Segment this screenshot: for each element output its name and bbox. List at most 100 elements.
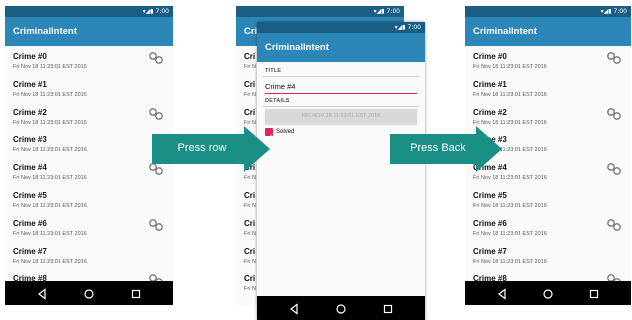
- crime-list-item[interactable]: Crime #7 Fri Nov 18 11:23:01 EST 2016: [465, 241, 631, 269]
- crime-list-item[interactable]: Crime #3 Fri Nov 18 11:23:01 EST 2016: [5, 129, 173, 157]
- handcuffs-icon: [606, 162, 622, 176]
- crime-date: Fri N: [244, 119, 256, 126]
- status-time: 7:00: [613, 8, 627, 15]
- status-bar: ▾◢▮ 7:00: [257, 22, 425, 33]
- crime-date: Fri Nov 18 11:23:01 EST 2016: [473, 91, 547, 98]
- crime-title: Cri: [244, 107, 256, 117]
- crime-list-item[interactable]: Crime #5 Fri Nov 18 11:23:01 EST 2016: [5, 185, 173, 213]
- handcuffs-icon: [606, 51, 622, 65]
- crime-date: Fri Nov 18 11:23:01 EST 2016: [13, 64, 87, 70]
- crime-title: Cri: [244, 190, 256, 200]
- handcuffs-icon: [148, 51, 164, 65]
- crime-list-item[interactable]: Crime #2 Fri Nov 18 11:23:01 EST 2016: [5, 102, 173, 130]
- signal-icon: ▾◢▮: [600, 8, 614, 15]
- crime-date: Fri N: [244, 64, 256, 70]
- recents-square-icon[interactable]: [130, 287, 142, 299]
- home-circle-icon[interactable]: [335, 302, 347, 314]
- crime-title-input[interactable]: [265, 80, 417, 94]
- crime-title: Crime #0: [13, 52, 47, 61]
- crime-date: Fri Nov 18 11:23:01 EST 2016: [13, 258, 87, 265]
- crime-date: Fri N: [244, 230, 256, 237]
- crime-title: Crime #0: [473, 52, 507, 61]
- crime-title: Crime #6: [473, 218, 507, 228]
- crime-title: Crime #2: [473, 107, 507, 117]
- crime-date: Fri Nov 18 11:23:01 EST 2016: [13, 91, 87, 98]
- crime-title: Crime #6: [13, 218, 47, 228]
- crime-title: Crime #3: [13, 135, 47, 145]
- app-bar: CriminalIntent: [257, 33, 425, 62]
- crime-title: Cri: [244, 218, 256, 228]
- details-section-label: DETAILS: [265, 98, 290, 104]
- title-divider: [263, 76, 419, 77]
- app-bar: CriminalIntent: [5, 17, 173, 46]
- crime-date: Fri Nov 18 11:23:01 EST 2016: [13, 230, 87, 237]
- navigation-bar: [257, 296, 425, 320]
- crime-list: Crime #0 Fri Nov 18 11:23:01 EST 2016 Crim…: [5, 46, 173, 305]
- crime-list-item[interactable]: Crime #5 Fri Nov 18 11:23:01 EST 2016: [465, 185, 631, 213]
- crime-list: Crime #0 Fri Nov 18 11:23:01 EST 2016 Crim…: [465, 46, 631, 305]
- crime-title: Crime #7: [473, 246, 507, 256]
- signal-icon: ▾◢▮: [373, 8, 387, 15]
- status-time: 7:00: [155, 8, 169, 15]
- crime-date: Fri Nov 18 11:23:01 EST 2016: [473, 230, 547, 237]
- handcuffs-icon: [606, 218, 622, 232]
- crime-list-item[interactable]: Crime #7 Fri Nov 18 11:23:01 EST 2016: [5, 241, 173, 269]
- home-circle-icon[interactable]: [542, 287, 554, 299]
- crime-list-item[interactable]: Crime #0 Fri Nov 18 11:23:01 EST 2016: [5, 46, 173, 74]
- status-bar: ▾◢▮ 7:00: [5, 6, 173, 17]
- crime-list-item[interactable]: Crime #6 Fri Nov 18 11:23:01 EST 2016: [465, 213, 631, 241]
- crime-date: Fri N: [244, 202, 256, 209]
- crime-list-item[interactable]: Crime #0 Fri Nov 18 11:23:01 EST 2016: [465, 46, 631, 74]
- signal-icon: ▾◢▮: [142, 8, 156, 15]
- app-bar: CriminalIntent: [465, 17, 631, 46]
- crime-date-button[interactable]: FRI NOV 18 11:23:01 EST 2016: [265, 109, 417, 124]
- app-title-partial: Cri: [244, 26, 258, 37]
- crime-list-item[interactable]: Crime #6 Fri Nov 18 11:23:01 EST 2016: [5, 213, 173, 241]
- crime-date: Fri N: [244, 258, 256, 265]
- back-triangle-icon[interactable]: [496, 287, 508, 300]
- status-time: 7:00: [407, 24, 421, 31]
- crime-title: Crime #5: [13, 190, 47, 200]
- crime-title: Cri: [244, 246, 256, 256]
- app-title: CriminalIntent: [265, 42, 329, 53]
- crime-title: Crime #1: [473, 79, 507, 89]
- crime-list-item[interactable]: Crime #1 Fri Nov 18 11:23:01 EST 2016: [465, 74, 631, 102]
- crime-date: Fri Nov 18 11:23:01 EST 2016: [473, 175, 547, 182]
- crime-list-item[interactable]: Crime #1 Fri Nov 18 11:23:01 EST 2016: [5, 74, 173, 102]
- press-back-arrow: Press Back: [390, 126, 502, 172]
- handcuffs-icon: [148, 107, 164, 121]
- handcuffs-icon: [148, 218, 164, 232]
- crime-title: Crime #2: [13, 107, 47, 117]
- crime-title: Cri: [244, 52, 256, 61]
- press-back-label: Press Back: [410, 142, 466, 154]
- recents-square-icon[interactable]: [588, 287, 600, 299]
- crime-date: Fri Nov 18 11:23:01 EST 2016: [13, 119, 87, 126]
- status-bar: ▾◢▮ 7:00: [465, 6, 631, 17]
- crime-date: Fri Nov 18 11:23:01 EST 2016: [473, 119, 547, 126]
- navigation-bar: [5, 281, 173, 305]
- crime-list-item[interactable]: Crime #4 Fri Nov 18 11:23:01 EST 2016: [5, 157, 173, 185]
- press-row-arrow: Press row: [152, 126, 270, 172]
- crime-date: Fri Nov 18 11:23:01 EST 2016: [473, 258, 547, 265]
- crime-title: Cri: [244, 79, 256, 89]
- crime-date: Fri Nov 18 11:23:01 EST 2016: [13, 202, 87, 209]
- back-triangle-icon[interactable]: [288, 302, 300, 315]
- app-title: CriminalIntent: [13, 26, 77, 37]
- crime-title: Cri: [244, 274, 256, 284]
- crime-date: Fri N: [244, 175, 256, 182]
- crime-title: Crime #1: [13, 79, 47, 89]
- home-circle-icon[interactable]: [83, 287, 95, 299]
- crime-title: Crime #4: [13, 163, 47, 173]
- app-title: CriminalIntent: [473, 26, 537, 37]
- crime-date: Fri Nov 18 11:23:01 EST 2016: [13, 147, 87, 154]
- crime-title: Crime #5: [473, 190, 507, 200]
- status-bar: ▾◢▮ 7:00: [236, 6, 404, 17]
- crime-date: Fri Nov 18 11:23:01 EST 2016: [13, 175, 87, 182]
- back-triangle-icon[interactable]: [36, 287, 48, 300]
- recents-square-icon[interactable]: [382, 302, 394, 314]
- signal-icon: ▾◢▮: [394, 24, 408, 31]
- crime-list-screen-before: ▾◢▮ 7:00 CriminalIntent Crime #0 Fri Nov …: [5, 6, 173, 305]
- details-divider: [263, 106, 419, 107]
- crime-date: Fri N: [244, 91, 256, 98]
- navigation-bar: [465, 281, 631, 305]
